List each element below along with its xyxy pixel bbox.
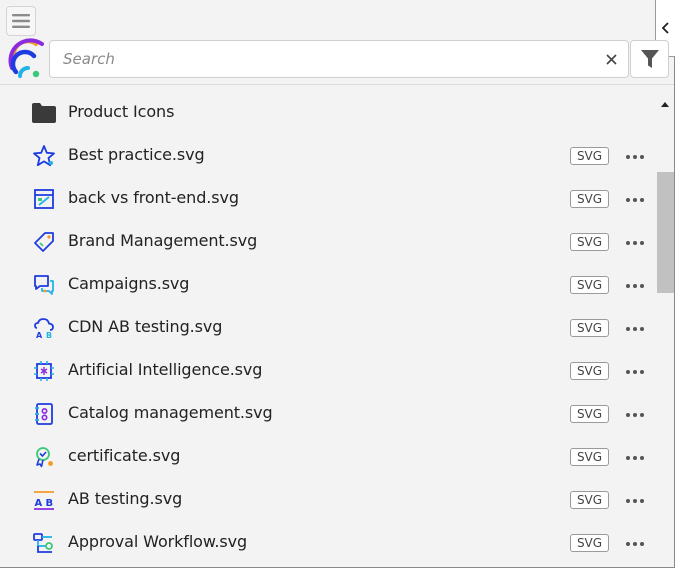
list-item[interactable]: AB AB testing.svg SVG — [0, 479, 655, 522]
svg-text:A: A — [35, 498, 43, 509]
more-icon — [626, 413, 644, 417]
catalog-icon — [31, 401, 57, 427]
folder-icon — [31, 100, 57, 126]
search-box — [49, 40, 629, 78]
logo-icon — [8, 38, 44, 78]
tag-icon — [31, 229, 57, 255]
more-options-button[interactable] — [624, 492, 646, 510]
file-type-badge: SVG — [570, 534, 609, 552]
file-type-badge: SVG — [570, 491, 609, 509]
list-item[interactable]: back vs front-end.svg SVG — [0, 178, 655, 221]
file-name: CDN AB testing.svg — [68, 317, 223, 336]
star-icon — [31, 143, 57, 169]
more-options-button[interactable] — [624, 363, 646, 381]
menu-button[interactable] — [6, 6, 36, 36]
scrollbar-thumb[interactable] — [657, 172, 674, 293]
list-item[interactable]: Brand Management.svg SVG — [0, 221, 655, 264]
filter-icon — [640, 49, 659, 68]
file-type-badge: SVG — [570, 448, 609, 466]
file-type-badge: SVG — [570, 362, 609, 380]
cloud-ab-icon: AB — [31, 315, 57, 341]
file-type-badge: SVG — [570, 147, 609, 165]
more-icon — [626, 198, 644, 202]
file-name: AB testing.svg — [68, 489, 183, 508]
file-type-badge: SVG — [570, 233, 609, 251]
filter-button[interactable] — [630, 40, 669, 78]
more-icon — [626, 370, 644, 374]
hamburger-icon — [12, 14, 30, 28]
more-options-button[interactable] — [624, 277, 646, 295]
code-window-icon — [31, 186, 57, 212]
divider — [0, 84, 674, 85]
more-options-button[interactable] — [624, 406, 646, 424]
folder-label: Product Icons — [68, 102, 175, 121]
list-item[interactable]: Artificial Intelligence.svg SVG — [0, 350, 655, 393]
file-type-badge: SVG — [570, 319, 609, 337]
file-name: Best practice.svg — [68, 145, 205, 164]
more-options-button[interactable] — [624, 449, 646, 467]
more-options-button[interactable] — [624, 191, 646, 209]
certificate-icon — [31, 444, 57, 470]
chevron-left-icon — [661, 22, 669, 34]
file-name: Campaigns.svg — [68, 274, 190, 293]
list-item[interactable]: Catalog management.svg SVG — [0, 393, 655, 436]
file-type-badge: SVG — [570, 190, 609, 208]
file-type-badge: SVG — [570, 276, 609, 294]
more-icon — [626, 542, 644, 546]
more-icon — [626, 241, 644, 245]
folder-row[interactable]: Product Icons — [0, 92, 655, 135]
more-icon — [626, 327, 644, 331]
more-icon — [626, 456, 644, 460]
scroll-up-button[interactable] — [659, 96, 671, 107]
more-options-button[interactable] — [624, 535, 646, 553]
list-item[interactable]: Best practice.svg SVG — [0, 135, 655, 178]
workflow-icon — [31, 530, 57, 556]
more-icon — [626, 499, 644, 503]
brand-logo — [6, 38, 48, 80]
more-options-button[interactable] — [624, 148, 646, 166]
file-name: Brand Management.svg — [68, 231, 258, 250]
clear-search-button[interactable] — [602, 50, 620, 68]
chip-icon — [31, 358, 57, 384]
more-options-button[interactable] — [624, 320, 646, 338]
file-name: back vs front-end.svg — [68, 188, 239, 207]
svg-text:B: B — [46, 331, 52, 340]
more-icon — [626, 155, 644, 159]
list-item[interactable]: certificate.svg SVG — [0, 436, 655, 479]
caret-up-icon — [661, 102, 669, 107]
file-name: certificate.svg — [68, 446, 181, 465]
chat-bubbles-icon — [31, 272, 57, 298]
list-item[interactable]: AB CDN AB testing.svg SVG — [0, 307, 655, 350]
list-item[interactable]: Approval Workflow.svg SVG — [0, 522, 655, 565]
file-name: Artificial Intelligence.svg — [68, 360, 263, 379]
file-name: Approval Workflow.svg — [68, 532, 248, 551]
more-icon — [626, 284, 644, 288]
file-name: Catalog management.svg — [68, 403, 273, 422]
svg-text:B: B — [46, 498, 54, 509]
more-options-button[interactable] — [624, 234, 646, 252]
ab-test-icon: AB — [31, 487, 57, 513]
list-item[interactable]: Campaigns.svg SVG — [0, 264, 655, 307]
close-icon — [605, 53, 617, 65]
search-input[interactable] — [50, 41, 593, 77]
file-type-badge: SVG — [570, 405, 609, 423]
svg-text:A: A — [36, 331, 43, 340]
